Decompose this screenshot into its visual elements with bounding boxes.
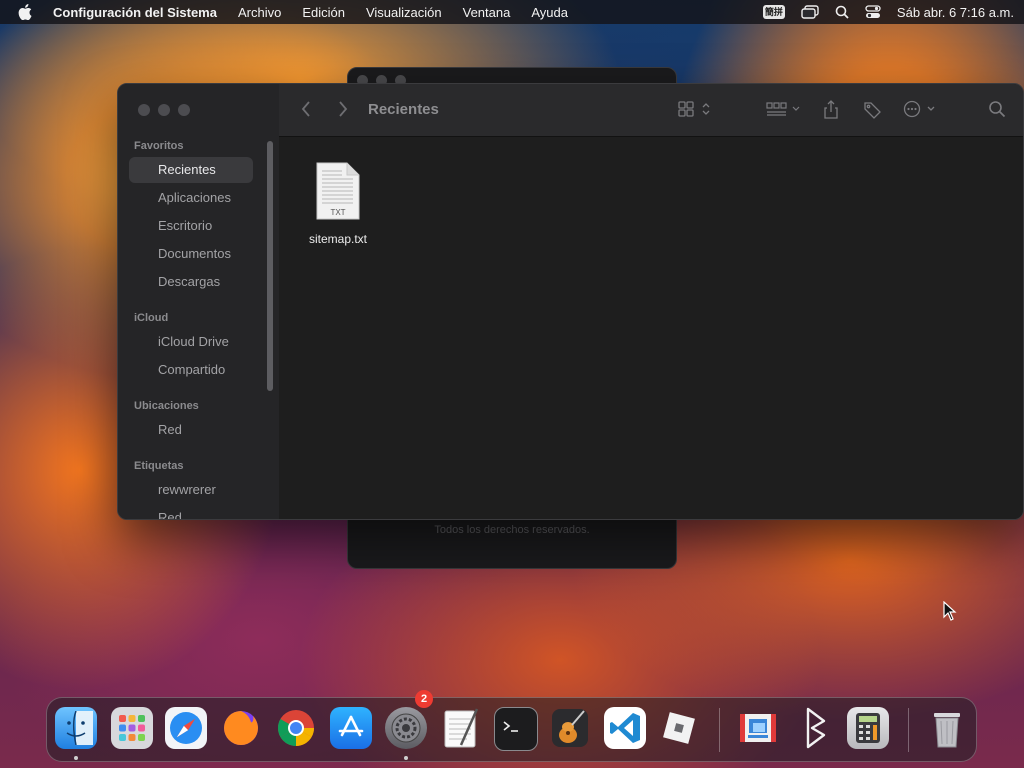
dock-terminal-icon[interactable] (494, 707, 538, 751)
sidebar-section-etiquetas: Etiquetas (134, 460, 184, 472)
dock-calculator-icon[interactable] (847, 707, 889, 749)
dock-finder-icon[interactable] (55, 707, 97, 749)
zoom-button[interactable] (178, 104, 190, 116)
menu-ventana[interactable]: Ventana (463, 5, 511, 20)
control-center-icon[interactable] (865, 5, 881, 19)
dock-app-store-icon[interactable] (330, 707, 372, 749)
sidebar-item-tag-rewwrerer[interactable]: rewwrerer (129, 477, 253, 503)
window-controls (138, 104, 198, 116)
dock-garageband-icon[interactable] (549, 707, 591, 749)
settings-running-indicator (404, 756, 408, 760)
view-mode-button[interactable] (678, 100, 714, 118)
dock-chrome-icon[interactable] (275, 707, 317, 749)
share-icon[interactable] (822, 100, 840, 120)
txt-file-icon: TXT (316, 162, 360, 220)
dock-safari-icon[interactable] (165, 707, 207, 749)
tag-icon[interactable] (862, 100, 882, 120)
group-by-button[interactable] (766, 100, 804, 118)
dock-launchpad-icon[interactable] (111, 707, 153, 749)
file-type-label: TXT (330, 208, 345, 217)
search-icon[interactable] (835, 5, 849, 19)
sidebar-item-red[interactable]: Red (129, 417, 253, 443)
back-button[interactable] (301, 100, 311, 118)
file-item[interactable]: TXT sitemap.txt (299, 161, 377, 246)
dock-separator (719, 708, 720, 752)
finder-toolbar: Recientes (279, 84, 1023, 137)
dock-textedit-icon[interactable] (440, 707, 482, 749)
dock-separator (908, 708, 909, 752)
sidebar-item-icloud-drive[interactable]: iCloud Drive (129, 329, 253, 355)
mouse-cursor-icon (943, 600, 957, 626)
menu-edicion[interactable]: Edición (302, 5, 345, 20)
finder-content: TXT sitemap.txt (279, 137, 1023, 519)
finder-running-indicator (74, 756, 78, 760)
sidebar-item-documentos[interactable]: Documentos (129, 241, 253, 267)
sidebar-item-recientes[interactable]: Recientes (129, 157, 253, 183)
desktop: Configuración del Sistema Archivo Edició… (0, 0, 1024, 768)
footer-text: Todos los derechos reservados. (434, 524, 590, 536)
dock-vscode-icon[interactable] (604, 707, 646, 749)
dock-roblox-icon[interactable] (658, 707, 700, 749)
menu-app-name[interactable]: Configuración del Sistema (53, 5, 217, 20)
sidebar-section-icloud: iCloud (134, 312, 169, 324)
sidebar-item-escritorio[interactable]: Escritorio (129, 213, 253, 239)
search-icon[interactable] (988, 100, 1006, 118)
dock-system-settings-icon[interactable] (385, 707, 427, 749)
sidebar-section-ubicaciones: Ubicaciones (134, 400, 199, 412)
window-title: Recientes (368, 101, 439, 118)
finder-window: Favoritos Recientes Aplicaciones Escrito… (117, 83, 1024, 520)
finder-sidebar: Favoritos Recientes Aplicaciones Escrito… (118, 84, 280, 519)
menu-archivo[interactable]: Archivo (238, 5, 281, 20)
sidebar-item-compartido[interactable]: Compartido (129, 357, 253, 383)
dock-trash-icon[interactable] (926, 707, 968, 749)
sidebar-item-aplicaciones[interactable]: Aplicaciones (129, 185, 253, 211)
close-button[interactable] (138, 104, 150, 116)
menu-bar: Configuración del Sistema Archivo Edició… (0, 0, 1024, 24)
input-method-icon[interactable]: 簡拼 (762, 5, 785, 19)
sidebar-section-favoritos: Favoritos (134, 140, 184, 152)
sidebar-item-descargas[interactable]: Descargas (129, 269, 253, 295)
more-actions-button[interactable] (903, 100, 939, 118)
sidebar-item-tag-red[interactable]: Red (129, 505, 253, 519)
minimize-button[interactable] (158, 104, 170, 116)
screen-mirroring-icon[interactable] (801, 5, 819, 19)
dock-firefox-icon[interactable] (220, 707, 262, 749)
apple-menu-icon[interactable] (18, 4, 34, 20)
menu-clock[interactable]: Sáb abr. 6 7:16 a.m. (897, 5, 1014, 20)
sidebar-scrollbar[interactable] (267, 141, 273, 391)
forward-button[interactable] (338, 100, 348, 118)
dock: 2 (46, 690, 977, 762)
menu-visualizacion[interactable]: Visualización (366, 5, 442, 20)
notification-badge: 2 (415, 690, 433, 708)
file-name: sitemap.txt (308, 232, 368, 246)
dock-bezel-icon[interactable] (794, 707, 836, 749)
menu-ayuda[interactable]: Ayuda (531, 5, 568, 20)
dock-remote-desktop-icon[interactable] (737, 707, 779, 749)
